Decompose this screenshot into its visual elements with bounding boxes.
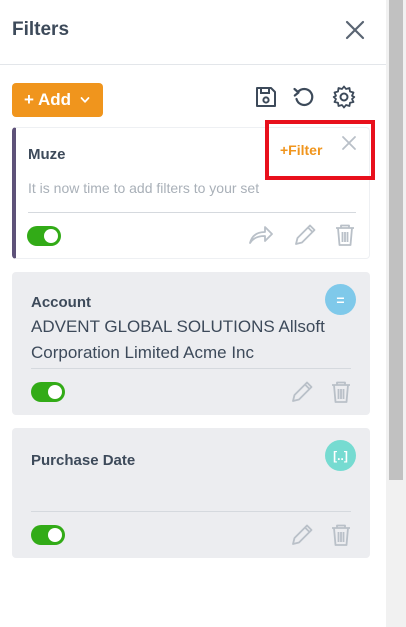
highlight-box — [265, 120, 375, 180]
reset-icon[interactable] — [291, 84, 317, 110]
delete-icon[interactable] — [328, 522, 354, 548]
filter-card[interactable]: Purchase Date [..] — [12, 428, 370, 558]
delete-icon[interactable] — [328, 379, 354, 405]
share-icon[interactable] — [248, 223, 274, 249]
filter-toggle[interactable] — [31, 382, 65, 402]
filter-toggle[interactable] — [31, 525, 65, 545]
card-divider — [31, 368, 351, 369]
add-button[interactable]: + Add — [12, 83, 103, 117]
range-icon: [..] — [325, 440, 356, 471]
delete-icon[interactable] — [332, 222, 358, 248]
add-button-label: + Add — [24, 90, 72, 109]
panel-header: Filters — [0, 0, 386, 65]
card-divider — [28, 212, 356, 213]
filters-panel: Filters + Add Muze It is now time to add… — [0, 0, 386, 627]
scrollbar[interactable] — [386, 0, 406, 627]
filter-set-name: Muze — [28, 146, 66, 163]
filter-name: Account — [31, 294, 91, 311]
panel-title: Filters — [12, 19, 70, 40]
filter-value: ADVENT GLOBAL SOLUTIONS Allsoft Corporat… — [31, 317, 325, 362]
chevron-down-icon — [80, 97, 90, 103]
save-icon[interactable] — [253, 84, 279, 110]
edit-icon[interactable] — [289, 379, 315, 405]
filter-card[interactable]: Account = ADVENT GLOBAL SOLUTIONS Allsof… — [12, 272, 370, 415]
gear-icon[interactable] — [331, 84, 357, 110]
empty-set-message: It is now time to add filters to your se… — [28, 180, 260, 196]
equals-icon: = — [325, 284, 356, 315]
edit-icon[interactable] — [292, 222, 318, 248]
filter-set-toggle[interactable] — [27, 226, 61, 246]
close-icon[interactable] — [343, 18, 367, 42]
card-divider — [31, 511, 351, 512]
filter-name: Purchase Date — [31, 452, 136, 469]
scrollbar-thumb[interactable] — [389, 0, 403, 480]
edit-icon[interactable] — [289, 522, 315, 548]
